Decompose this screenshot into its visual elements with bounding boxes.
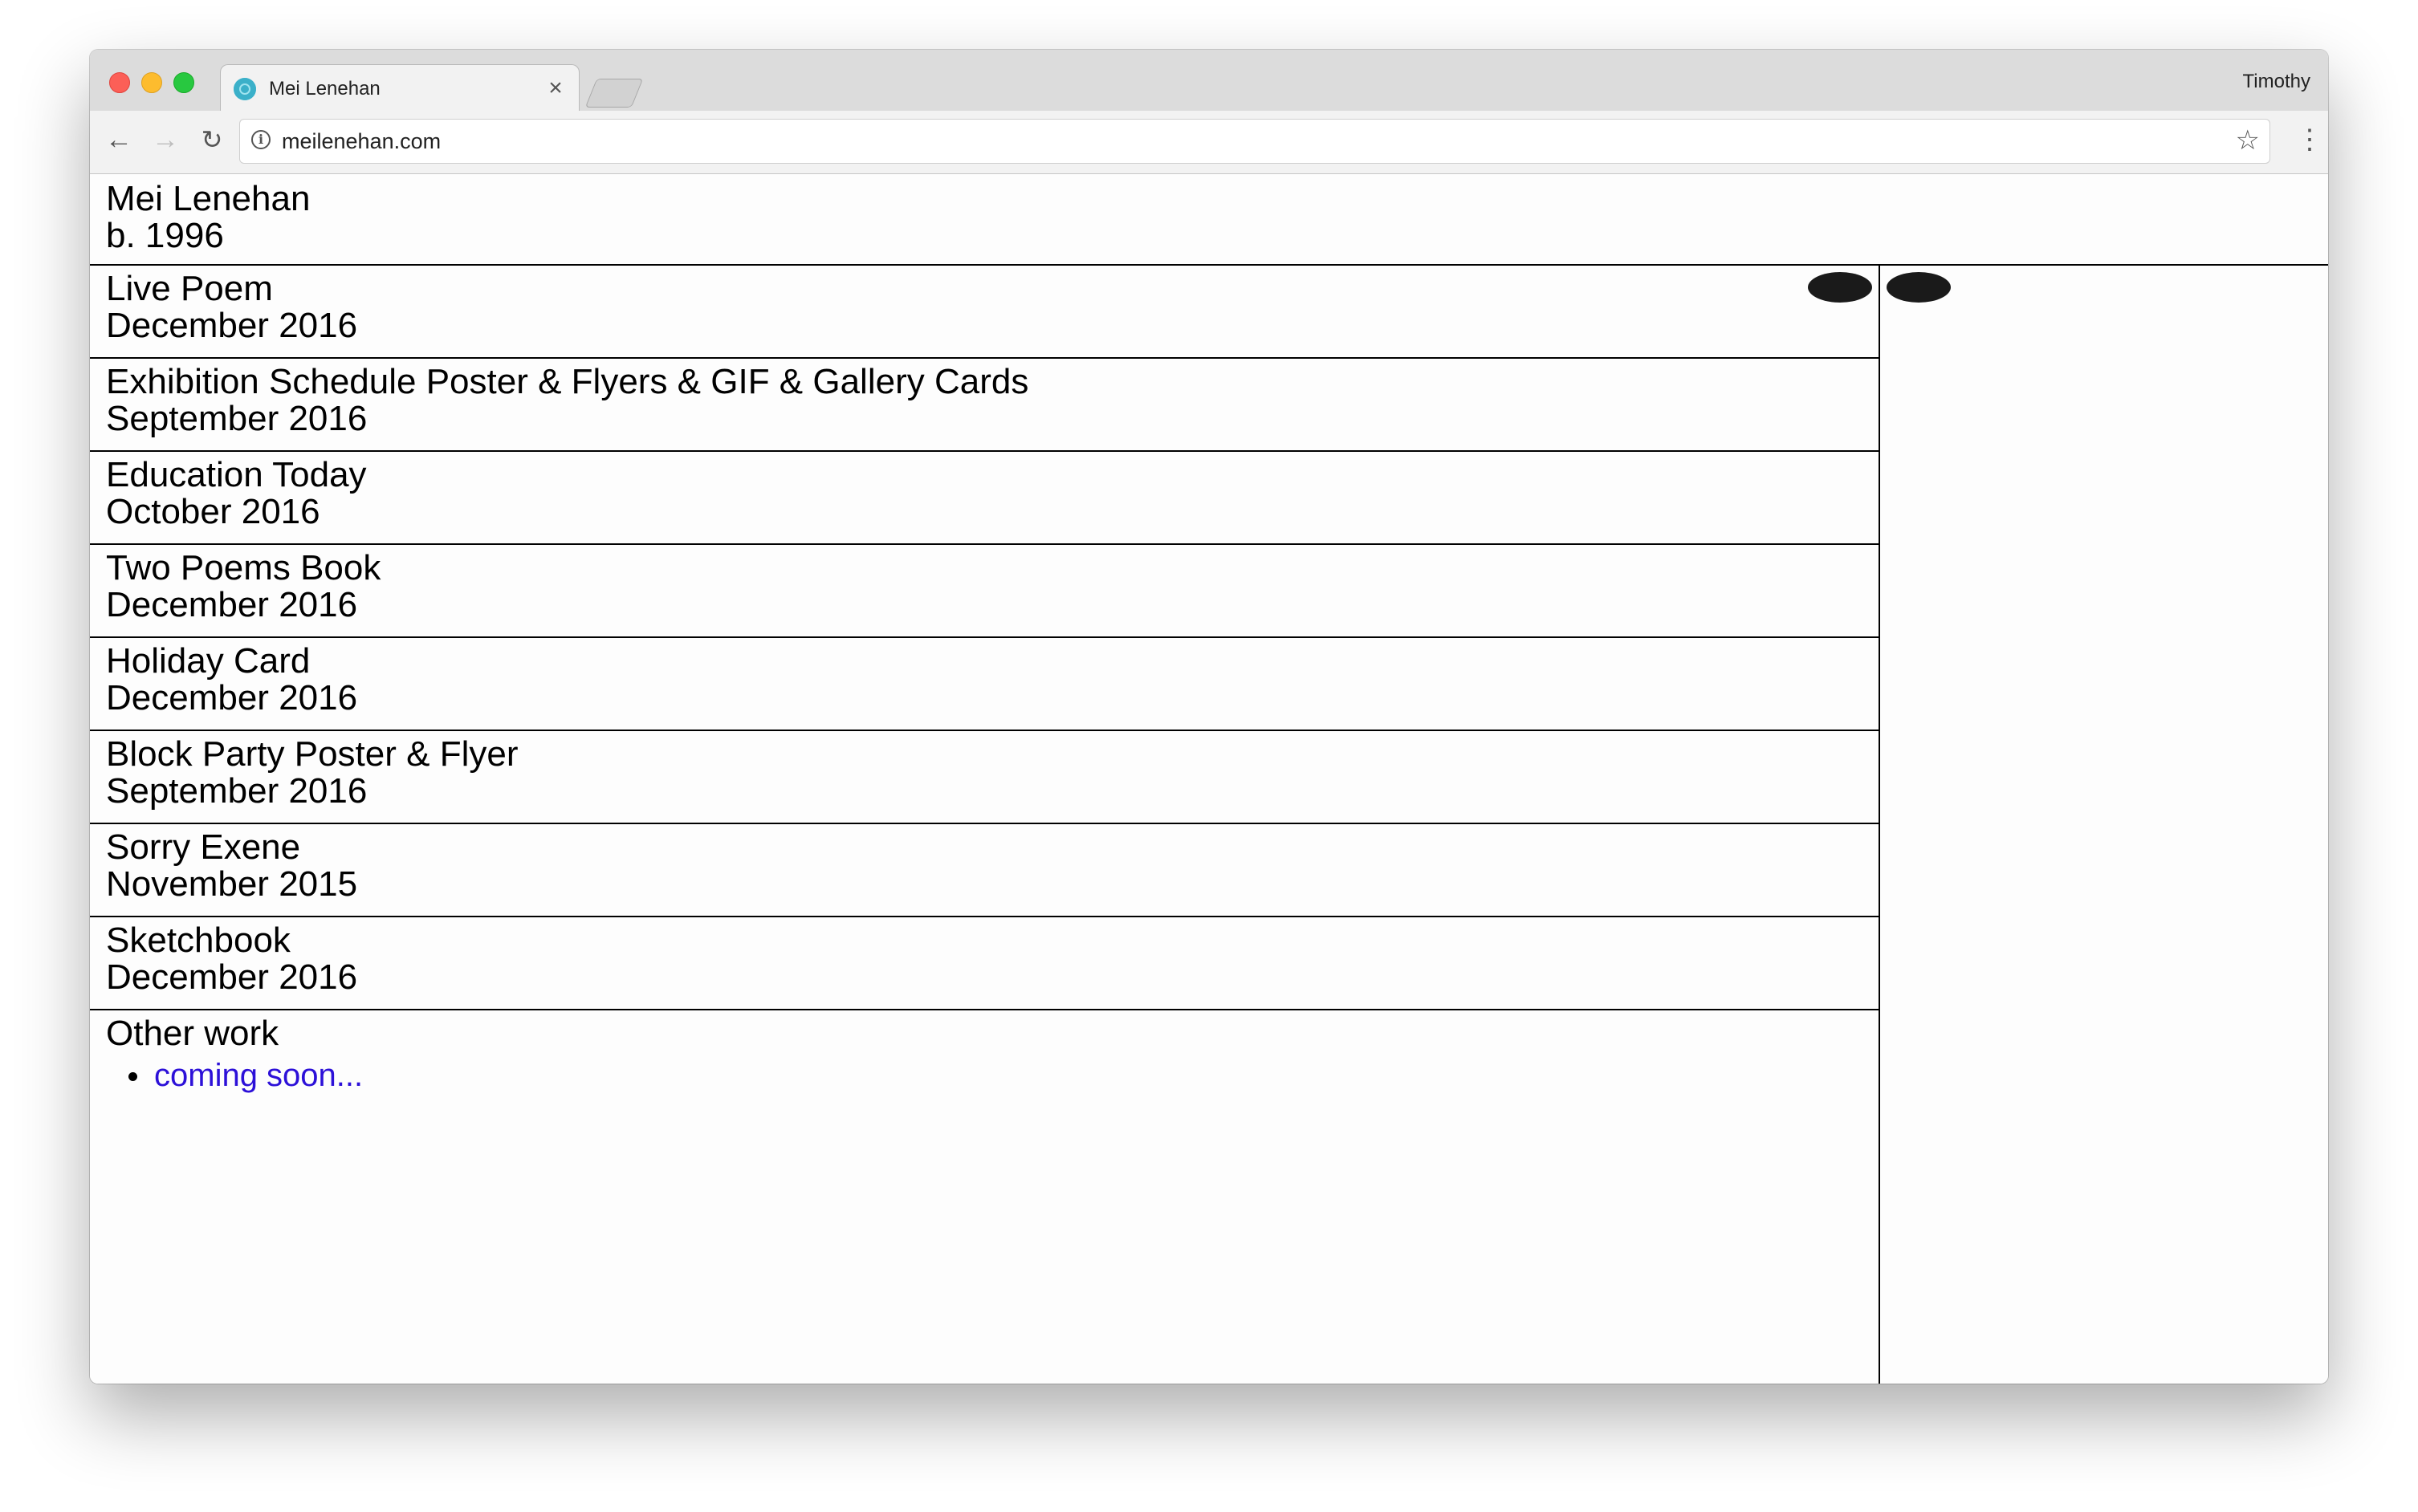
kebab-menu-icon[interactable]: ⋮ [2296, 122, 2323, 157]
project-list: Live Poem December 2016 Exhibition Sched… [90, 266, 1951, 1384]
project-date: December 2016 [106, 678, 358, 717]
url-text[interactable]: meilenehan.com [282, 128, 441, 154]
list-bullet [128, 1072, 137, 1081]
project-date: December 2016 [106, 306, 358, 345]
window-minimize-button[interactable] [141, 72, 162, 93]
project-row-sorry-exene[interactable]: Sorry Exene November 2015 [90, 824, 1879, 917]
project-title[interactable]: Holiday Card [106, 643, 310, 680]
arrow-left-icon[interactable]: ← [101, 122, 136, 157]
project-row-exhibition-schedule[interactable]: Exhibition Schedule Poster & Flyers & GI… [90, 359, 1879, 452]
reload-icon[interactable]: ↻ [194, 122, 230, 157]
browser-tab[interactable]: Mei Lenehan × [220, 64, 580, 113]
project-date: October 2016 [106, 492, 320, 531]
new-tab-button[interactable] [584, 79, 644, 108]
window-close-button[interactable] [109, 72, 130, 93]
project-row-block-party[interactable]: Block Party Poster & Flyer September 201… [90, 731, 1879, 824]
black-blob [1887, 272, 1951, 303]
project-title[interactable]: Exhibition Schedule Poster & Flyers & GI… [106, 364, 1028, 400]
project-title[interactable]: Sorry Exene [106, 829, 300, 866]
favicon-icon [234, 78, 256, 100]
project-title[interactable]: Two Poems Book [106, 550, 381, 587]
project-title[interactable]: Block Party Poster & Flyer [106, 736, 518, 773]
project-title[interactable]: Education Today [106, 457, 367, 494]
project-row-live-poem[interactable]: Live Poem December 2016 [90, 266, 1951, 359]
project-date: September 2016 [106, 771, 368, 811]
browser-toolbar: ← → ↻ i meilenehan.com ☆ ⋮ [90, 111, 2328, 174]
project-row-holiday-card[interactable]: Holiday Card December 2016 [90, 638, 1879, 731]
browser-window: Mei Lenehan × Timothy ← → ↻ i meilenehan… [90, 50, 2328, 1384]
project-date: September 2016 [106, 399, 368, 438]
tab-title: Mei Lenehan [269, 78, 381, 100]
address-bar[interactable]: i meilenehan.com ☆ [239, 119, 2270, 164]
birth-year: b. 1996 [106, 216, 224, 255]
project-date: November 2015 [106, 864, 358, 904]
project-title[interactable]: Live Poem [106, 270, 273, 307]
page-content: Mei Lenehan b. 1996 Live Poem December 2… [90, 174, 2328, 1384]
star-icon[interactable]: ☆ [2236, 124, 2260, 156]
project-row-two-poems-book[interactable]: Two Poems Book December 2016 [90, 545, 1879, 638]
site-header: Mei Lenehan b. 1996 [90, 174, 2328, 266]
project-title[interactable]: Sketchbook [106, 922, 291, 959]
info-icon[interactable]: i [251, 130, 271, 149]
window-maximize-button[interactable] [173, 72, 194, 93]
other-work-heading: Other work [106, 1014, 279, 1053]
coming-soon-link[interactable]: coming soon... [154, 1057, 363, 1094]
tab-close-icon[interactable]: × [543, 75, 568, 102]
project-date: December 2016 [106, 585, 358, 624]
site-title[interactable]: Mei Lenehan [106, 181, 310, 217]
title-bar: Mei Lenehan × Timothy [90, 50, 2328, 113]
black-blob [1808, 272, 1872, 303]
profile-name[interactable]: Timothy [2243, 71, 2310, 93]
project-date: December 2016 [106, 957, 358, 997]
project-row-sketchbook[interactable]: Sketchbook December 2016 [90, 917, 1879, 1010]
arrow-right-icon[interactable]: → [148, 122, 183, 157]
project-row-education-today[interactable]: Education Today October 2016 [90, 452, 1879, 545]
